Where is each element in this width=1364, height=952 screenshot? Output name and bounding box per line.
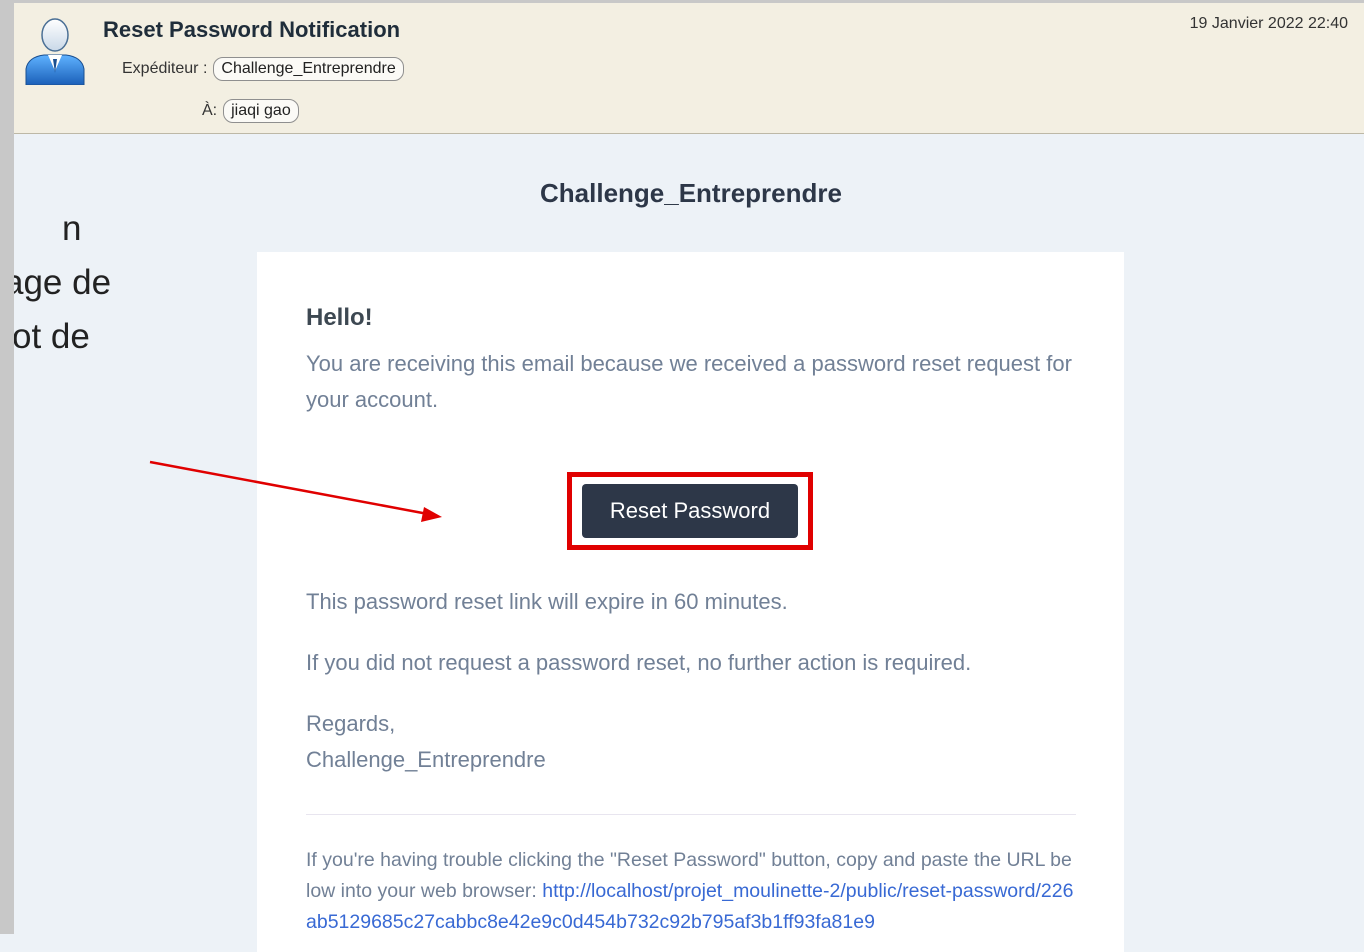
user-avatar-icon [25, 18, 85, 85]
side-note-text: n age de ot de [14, 210, 134, 364]
subcopy: If you're having trouble clicking the "R… [306, 814, 1076, 938]
recipient-row: À: jiaqi gao [202, 99, 299, 123]
email-brand-header: Challenge_Entreprendre [540, 178, 842, 208]
side-note-line: ot de [14, 317, 90, 356]
email-subject: Reset Password Notification [103, 17, 401, 42]
sender-row: Expéditeur : Challenge_Entreprendre [122, 57, 404, 81]
button-container: Reset Password [306, 472, 1076, 550]
email-date: 19 Janvier 2022 22:40 [1189, 15, 1348, 32]
expiry-text: This password reset link will expire in … [306, 589, 788, 614]
email-body-card: Hello! You are receiving this email beca… [257, 252, 1124, 952]
window-edge [0, 0, 14, 934]
annotation-highlight-box: Reset Password [566, 472, 814, 550]
greeting: Hello! [306, 304, 373, 331]
no-action-text: If you did not request a password reset,… [306, 650, 972, 675]
side-note-line: age de [14, 263, 112, 302]
recipient-label: À: [202, 102, 218, 119]
intro-text: You are receiving this email because we … [306, 351, 1072, 412]
recipient-chip[interactable]: jiaqi gao [223, 99, 299, 123]
regards-text: Regards, [306, 711, 396, 736]
reset-password-button[interactable]: Reset Password [581, 484, 799, 538]
signature-text: Challenge_Entreprendre [306, 747, 546, 772]
side-note-line: n [62, 210, 82, 248]
email-header: Reset Password Notification 19 Janvier 2… [14, 0, 1364, 134]
sender-label: Expéditeur : [122, 60, 208, 77]
sender-chip[interactable]: Challenge_Entreprendre [213, 57, 404, 81]
trouble-text: If you're having trouble clicking the "R… [306, 845, 1076, 938]
